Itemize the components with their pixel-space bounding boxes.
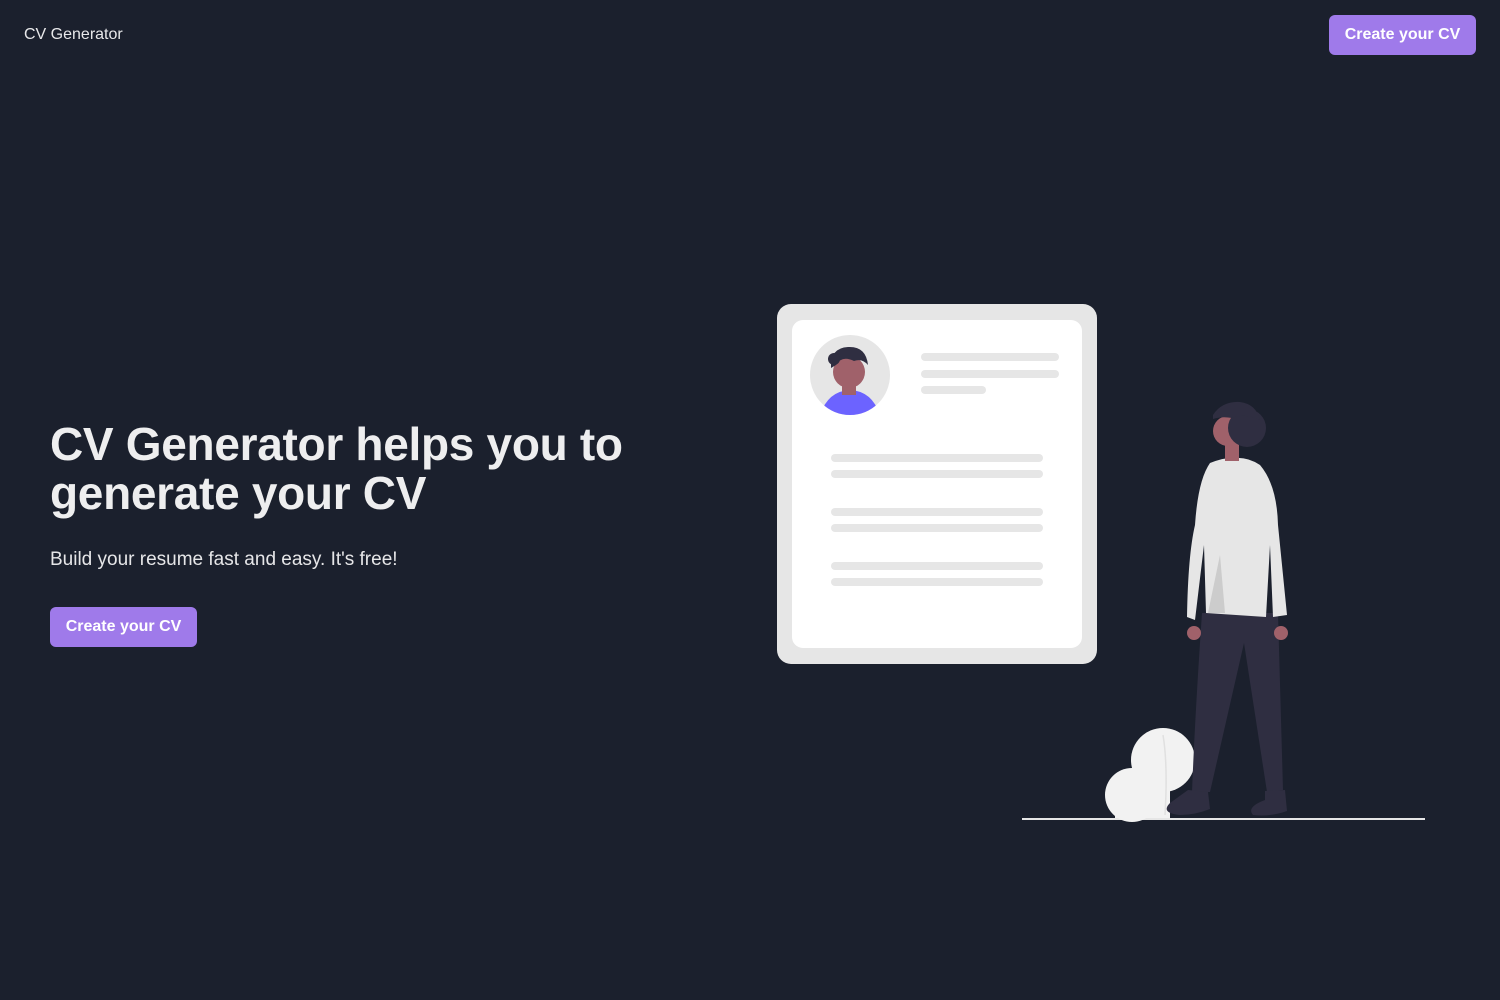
create-cv-hero-button[interactable]: Create your CV bbox=[50, 607, 197, 647]
brand-link[interactable]: CV Generator bbox=[24, 25, 123, 45]
avatar-graphic bbox=[810, 335, 890, 415]
resume-illustration bbox=[777, 304, 1425, 822]
hero-section: CV Generator helps you to generate your … bbox=[50, 420, 710, 647]
landing-page: CV Generator Create your CV CV Generator… bbox=[0, 0, 1500, 1000]
hero-subtitle: Build your resume fast and easy. It's fr… bbox=[50, 549, 398, 570]
navbar: CV Generator Create your CV bbox=[0, 0, 1500, 70]
resume-document-graphic bbox=[777, 304, 1097, 664]
create-cv-nav-button[interactable]: Create your CV bbox=[1329, 15, 1476, 55]
hero-title: CV Generator helps you to generate your … bbox=[50, 418, 623, 519]
